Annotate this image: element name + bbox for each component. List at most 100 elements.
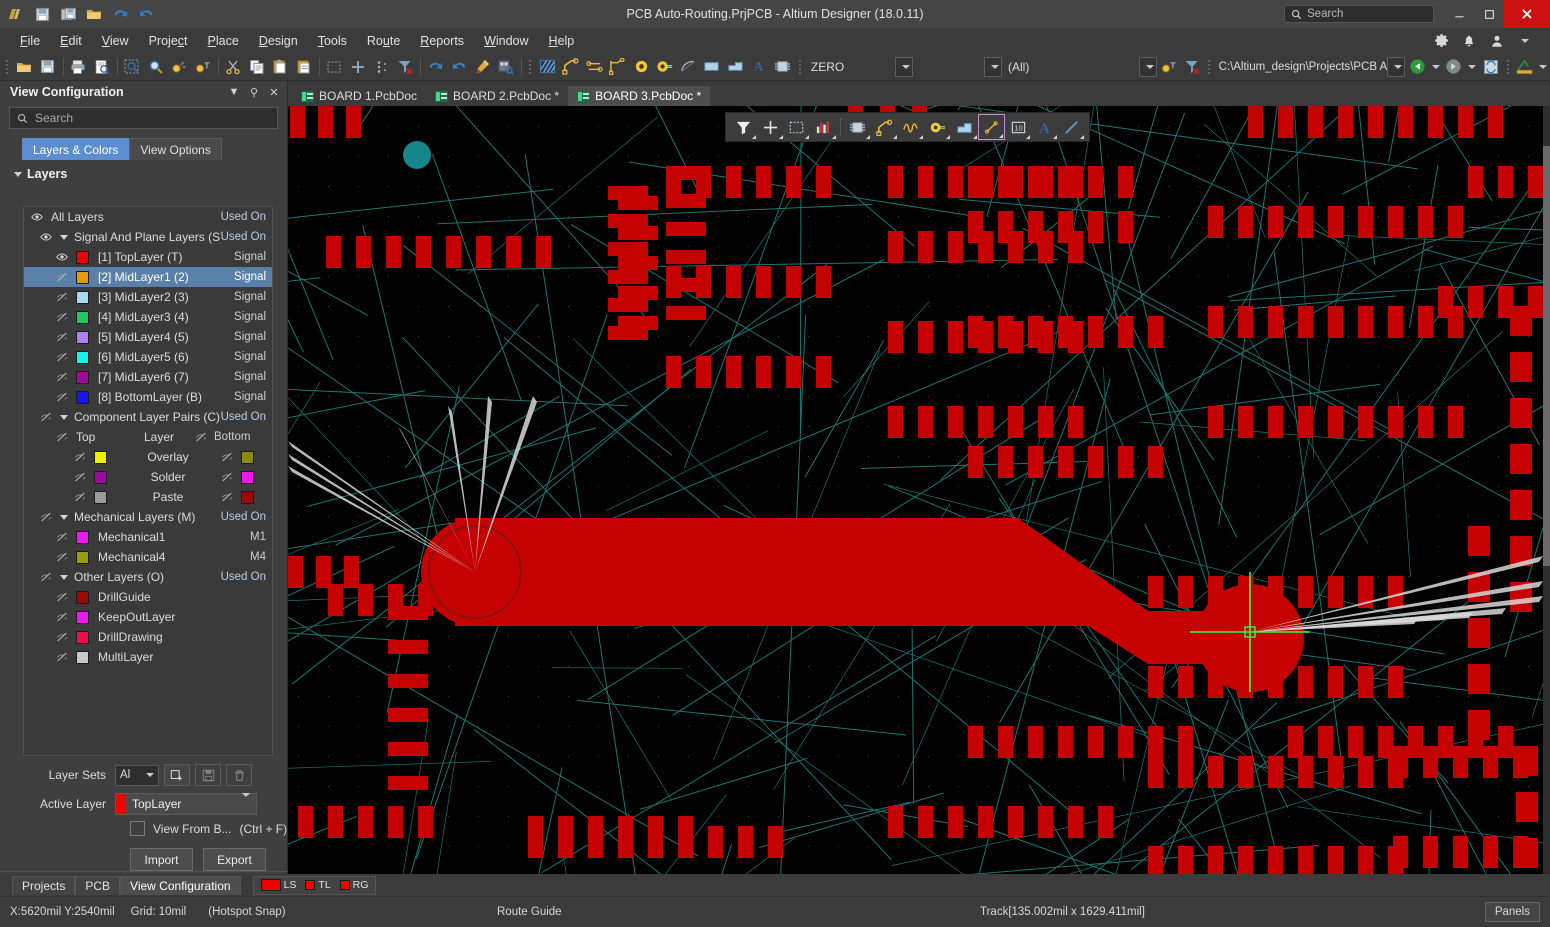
eye-closed-icon[interactable] — [54, 531, 70, 543]
back-dropdown[interactable] — [1429, 55, 1442, 79]
menu-edit[interactable]: Edit — [50, 31, 92, 51]
chevron-down-icon[interactable]: ▼ — [227, 86, 241, 98]
print-preview-icon[interactable] — [90, 55, 114, 79]
eye-closed-icon[interactable] — [219, 491, 235, 503]
eye-closed-icon[interactable] — [219, 471, 235, 483]
layer-row[interactable]: DrillDrawing — [24, 627, 272, 647]
zoom-icon[interactable] — [144, 55, 168, 79]
layer-color-swatch[interactable] — [76, 631, 89, 644]
pin-icon[interactable]: ⚲ — [247, 86, 261, 99]
component-icon[interactable] — [844, 114, 871, 140]
eye-open-icon[interactable] — [29, 211, 45, 223]
delete-layer-set-icon[interactable] — [226, 764, 252, 786]
refresh-icon[interactable] — [1479, 55, 1503, 79]
layer-color-swatch[interactable] — [76, 531, 89, 544]
zoom-selected-icon[interactable] — [168, 55, 192, 79]
paste-icon[interactable] — [269, 55, 293, 79]
dimension-icon[interactable]: 10 — [1005, 114, 1032, 140]
copy-icon[interactable] — [245, 55, 269, 79]
toolbar-grip[interactable] — [1206, 57, 1213, 77]
eye-closed-icon[interactable] — [54, 371, 70, 383]
global-search-input[interactable]: Search — [1284, 5, 1434, 23]
eye-closed-icon[interactable] — [54, 351, 70, 363]
eye-closed-icon[interactable] — [54, 431, 70, 443]
layer-color-swatch[interactable] — [94, 491, 107, 504]
undo-icon[interactable] — [424, 55, 448, 79]
bottom-tab-projects[interactable]: Projects — [12, 876, 75, 895]
save-all-icon[interactable] — [56, 2, 80, 26]
menu-view[interactable]: View — [92, 31, 139, 51]
layer-color-swatch[interactable] — [76, 391, 89, 404]
interactive-route-icon[interactable] — [871, 114, 898, 140]
layer-sets-select[interactable]: Al — [115, 765, 159, 786]
undo-icon[interactable] — [108, 2, 132, 26]
component-icon[interactable] — [771, 55, 795, 79]
layer-color-swatch[interactable] — [76, 331, 89, 344]
eye-closed-icon[interactable] — [54, 331, 70, 343]
layer-row[interactable]: [4] MidLayer3 (4)Signal — [24, 307, 272, 327]
menu-file[interactable]: File — [10, 31, 50, 51]
layer-color-swatch[interactable] — [76, 611, 89, 624]
toolbar-grip[interactable] — [796, 57, 803, 77]
eye-closed-icon[interactable] — [219, 451, 235, 463]
fill-icon[interactable] — [951, 114, 978, 140]
select-area-icon[interactable] — [323, 55, 347, 79]
layers-list[interactable]: All LayersUsed OnSignal And Plane Layers… — [23, 206, 273, 756]
layer-chip-rg[interactable]: RG — [337, 879, 372, 891]
layer-row[interactable]: MultiLayer — [24, 647, 272, 667]
via-route-icon[interactable] — [978, 114, 1005, 140]
filter-combo[interactable] — [1139, 57, 1157, 77]
eye-closed-icon[interactable] — [54, 551, 70, 563]
open-icon[interactable] — [82, 2, 106, 26]
chevron-down-icon[interactable] — [60, 235, 68, 240]
save-icon[interactable] — [30, 2, 54, 26]
layer-row[interactable]: TopLayerBottom — [24, 427, 272, 447]
layer-row[interactable]: [5] MidLayer4 (5)Signal — [24, 327, 272, 347]
polygon-pour-icon[interactable] — [535, 55, 559, 79]
via-icon[interactable] — [630, 55, 654, 79]
project-path-input[interactable]: C:\Altium_design\Projects\PCB Au — [1215, 57, 1388, 77]
layer-color-swatch[interactable] — [94, 451, 107, 464]
layer-color-swatch[interactable] — [76, 551, 89, 564]
layers-section-header[interactable]: Layers — [14, 167, 287, 181]
eye-closed-icon[interactable] — [72, 471, 88, 483]
align-icon[interactable] — [370, 55, 394, 79]
pad-icon[interactable] — [924, 114, 951, 140]
clear-filter-icon[interactable] — [1180, 55, 1204, 79]
layer-color-swatch[interactable] — [76, 371, 89, 384]
eye-closed-icon[interactable] — [54, 651, 70, 663]
net-combo[interactable] — [984, 57, 1002, 77]
zoom-filter-icon[interactable] — [191, 55, 215, 79]
layer-row[interactable]: Mechanical1M1 — [24, 527, 272, 547]
multi-route-icon[interactable] — [606, 55, 630, 79]
menu-design[interactable]: Design — [249, 31, 308, 51]
layer-row[interactable]: Solder — [24, 467, 272, 487]
toolbar-grip[interactable] — [4, 57, 11, 77]
maximize-button[interactable] — [1474, 0, 1504, 28]
layer-row[interactable]: Paste — [24, 487, 272, 507]
active-layer-select[interactable]: TopLayer — [115, 793, 257, 815]
view-from-bottom-checkbox[interactable] — [130, 821, 145, 836]
altium-logo-icon[interactable] — [4, 2, 28, 26]
crosshair-icon[interactable] — [757, 114, 784, 140]
differential-pair-icon[interactable] — [583, 55, 607, 79]
eye-closed-icon[interactable] — [54, 591, 70, 603]
toolbar-grip[interactable] — [527, 57, 534, 77]
menu-project[interactable]: Project — [139, 31, 198, 51]
layer-row[interactable]: Mechanical Layers (M)Used On — [24, 507, 272, 527]
move-icon[interactable] — [346, 55, 370, 79]
layer-row[interactable]: Other Layers (O)Used On — [24, 567, 272, 587]
eye-closed-icon[interactable] — [54, 271, 70, 283]
layer-color-swatch[interactable] — [76, 651, 89, 664]
layer-color-swatch[interactable] — [241, 471, 254, 484]
bottom-tab-view-configuration[interactable]: View Configuration — [120, 876, 241, 895]
layer-stack-icon[interactable] — [810, 114, 837, 140]
tab-view-options[interactable]: View Options — [129, 138, 221, 160]
menu-reports[interactable]: Reports — [410, 31, 474, 51]
measure-dropdown[interactable] — [1537, 55, 1550, 79]
eye-closed-icon[interactable] — [54, 631, 70, 643]
layer-row[interactable]: [3] MidLayer2 (3)Signal — [24, 287, 272, 307]
chevron-down-icon[interactable] — [1512, 30, 1538, 52]
save-layer-set-icon[interactable] — [195, 764, 221, 786]
save-icon[interactable] — [36, 55, 60, 79]
